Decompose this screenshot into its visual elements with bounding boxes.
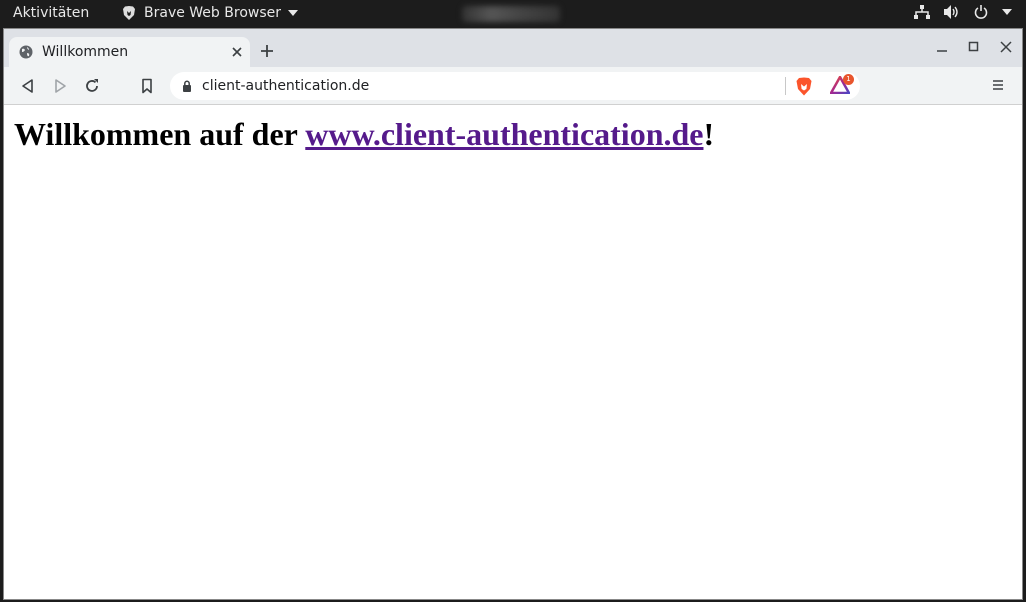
window-close-icon[interactable] xyxy=(1000,41,1012,53)
reload-icon[interactable] xyxy=(84,78,100,94)
omnibox-divider xyxy=(785,77,786,95)
app-menu[interactable]: Brave Web Browser xyxy=(122,5,298,21)
brave-logo-icon xyxy=(123,6,135,20)
address-bar[interactable]: client-authentication.de 1 xyxy=(170,72,860,100)
app-name: Brave Web Browser xyxy=(144,5,281,21)
brave-shields-icon[interactable] xyxy=(796,77,812,96)
lock-icon[interactable] xyxy=(182,80,192,92)
tab-close-icon[interactable] xyxy=(230,45,244,59)
tab-title: Willkommen xyxy=(42,44,129,60)
tab-willkommen[interactable]: Willkommen xyxy=(9,37,250,67)
url-text[interactable]: client-authentication.de xyxy=(202,78,785,94)
brave-rewards-button[interactable]: 1 xyxy=(829,74,854,96)
globe-icon xyxy=(19,45,33,59)
chevron-down-icon xyxy=(288,10,298,16)
chevron-down-icon[interactable] xyxy=(1002,9,1012,15)
browser-window: Willkommen client-authentication.de 1 Wi… xyxy=(3,28,1023,600)
activities-button[interactable]: Aktivitäten xyxy=(13,5,89,21)
system-tray[interactable] xyxy=(914,5,1012,19)
back-icon[interactable] xyxy=(20,78,36,94)
bookmark-icon[interactable] xyxy=(139,78,155,94)
power-icon[interactable] xyxy=(974,5,988,19)
heading-link[interactable]: www.client-authentication.de xyxy=(305,116,703,152)
navigation-toolbar: client-authentication.de 1 xyxy=(4,67,1022,105)
hamburger-menu-icon[interactable] xyxy=(992,79,1004,91)
rewards-badge: 1 xyxy=(843,74,854,85)
network-icon[interactable] xyxy=(914,5,930,19)
new-tab-plus-icon[interactable] xyxy=(259,43,275,59)
minimize-icon[interactable] xyxy=(936,41,948,53)
page-heading: Willkommen auf der www.client-authentica… xyxy=(14,116,714,153)
page-content: Willkommen auf der www.client-authentica… xyxy=(4,105,1022,599)
clock-blurred[interactable] xyxy=(462,6,560,22)
heading-prefix: Willkommen auf der xyxy=(14,116,306,152)
tab-strip: Willkommen xyxy=(4,29,1022,67)
system-top-bar: Aktivitäten Brave Web Browser xyxy=(0,0,1026,28)
heading-suffix: ! xyxy=(703,116,715,152)
forward-icon[interactable] xyxy=(52,78,68,94)
maximize-icon[interactable] xyxy=(968,41,980,53)
volume-icon[interactable] xyxy=(944,5,960,19)
